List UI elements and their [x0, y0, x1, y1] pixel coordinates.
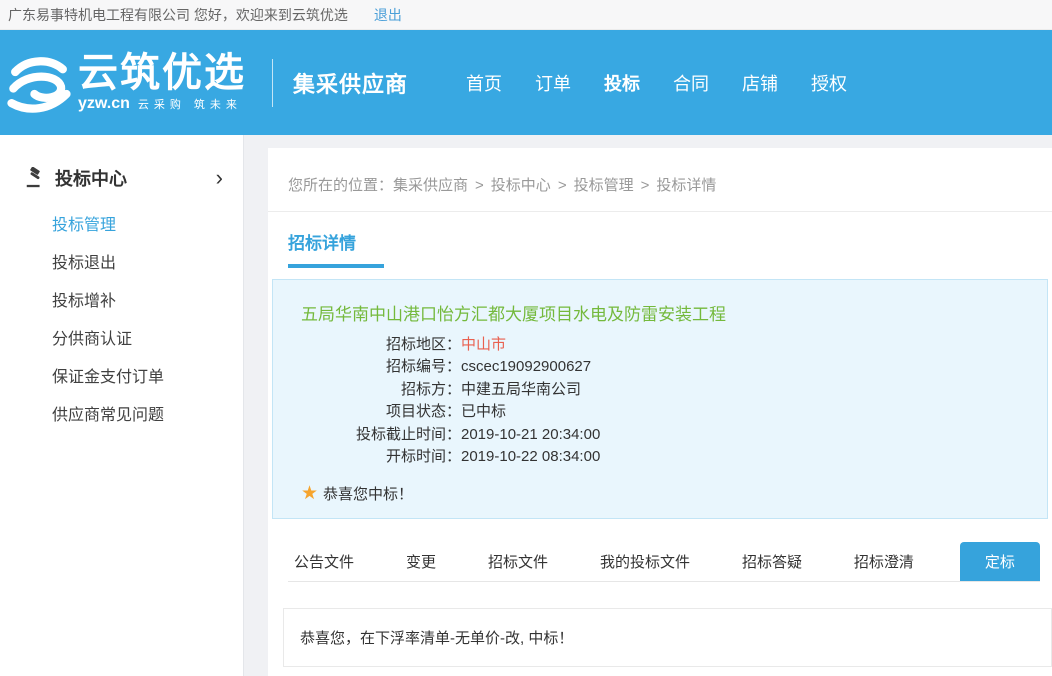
nav-item[interactable]: 订单 [535, 70, 571, 96]
top-nav: 首页 订单 投标 合同 店铺 授权 [466, 70, 847, 96]
nav-item[interactable]: 投标 [604, 70, 640, 96]
nav-item[interactable]: 合同 [673, 70, 709, 96]
field-value: 已中标 [461, 401, 506, 423]
document-tab[interactable]: 招标答疑 [736, 542, 808, 581]
field-value: 2019-10-21 20:34:00 [461, 424, 600, 446]
project-info-box: 五局华南中山港口怡方汇都大厦项目水电及防雷安装工程 招标地区： 中山市 招标编号… [272, 279, 1048, 519]
breadcrumb-link[interactable]: 投标详情 [656, 177, 716, 194]
breadcrumb-prefix: 您所在的位置： [288, 177, 393, 194]
logo-domain: yzw.cn [78, 95, 130, 113]
field-value: cscec19092900627 [461, 356, 591, 378]
sidebar-item[interactable]: 供应商常见问题 [52, 397, 243, 435]
breadcrumb-link[interactable]: 投标管理 [574, 177, 634, 194]
document-tab[interactable]: 定标 [960, 542, 1040, 581]
project-field-row: 招标地区： 中山市 [301, 334, 1019, 356]
field-label: 开标时间： [301, 446, 461, 468]
field-label: 项目状态： [301, 401, 461, 423]
field-value: 2019-10-22 08:34:00 [461, 446, 600, 468]
project-field-row: 项目状态： 已中标 [301, 401, 1019, 423]
field-label: 招标编号： [301, 356, 461, 378]
logout-link[interactable]: 退出 [374, 5, 402, 25]
tab-bid-detail[interactable]: 招标详情 [288, 229, 384, 268]
project-field-row: 招标方： 中建五局华南公司 [301, 379, 1019, 401]
main-header: 云筑优选 yzw.cn 云采购 筑未来 集采供应商 首页 订单 投标 合同 店铺… [0, 30, 1052, 135]
star-icon: ★ [301, 484, 318, 503]
sidebar-item[interactable]: 分供商认证 [52, 321, 243, 359]
divider [268, 211, 1052, 212]
field-value: 中建五局华南公司 [461, 379, 581, 401]
logo[interactable]: 云筑优选 yzw.cn 云采购 筑未来 [0, 52, 246, 113]
result-message-box: 恭喜您，在下浮率清单-无单价-改, 中标！ [283, 608, 1052, 667]
breadcrumb-separator: > [558, 177, 567, 194]
yzw-cloud-logo-icon [6, 53, 72, 113]
breadcrumb-separator: > [641, 177, 650, 194]
project-fields: 招标地区： 中山市 招标编号： cscec19092900627 招标方： 中建… [301, 334, 1019, 468]
field-label: 招标地区： [301, 334, 461, 356]
breadcrumb-separator: > [475, 177, 484, 194]
project-field-row: 投标截止时间： 2019-10-21 20:34:00 [301, 424, 1019, 446]
project-title[interactable]: 五局华南中山港口怡方汇都大厦项目水电及防雷安装工程 [301, 300, 1019, 325]
sidebar-item[interactable]: 投标增补 [52, 283, 243, 321]
breadcrumb-link[interactable]: 集采供应商 [393, 177, 468, 194]
document-tab[interactable]: 招标文件 [482, 542, 554, 581]
project-field-row: 招标编号： cscec19092900627 [301, 356, 1019, 378]
document-tab[interactable]: 公告文件 [288, 542, 360, 581]
congrats-row: ★ 恭喜您中标！ [301, 483, 1019, 504]
breadcrumb-link[interactable]: 投标中心 [491, 177, 551, 194]
sidebar-item[interactable]: 投标退出 [52, 245, 243, 283]
field-label: 招标方： [301, 379, 461, 401]
gavel-icon [24, 167, 46, 189]
sidebar-title: 投标中心 [55, 165, 127, 191]
sidebar: 投标中心 › 投标管理 投标退出 投标增补 分供商认证 保证金支付订单 供应商常… [0, 135, 244, 676]
header-divider [272, 59, 273, 107]
welcome-text: 广东易事特机电工程有限公司 您好，欢迎来到云筑优选 [8, 5, 348, 25]
congrats-text: 恭喜您中标！ [323, 483, 413, 504]
topbar: 广东易事特机电工程有限公司 您好，欢迎来到云筑优选 退出 [0, 0, 1052, 30]
project-field-row: 开标时间： 2019-10-22 08:34:00 [301, 446, 1019, 468]
logo-slogan: 云采购 筑未来 [138, 96, 242, 112]
sidebar-item[interactable]: 投标管理 [52, 207, 243, 245]
field-value: 中山市 [461, 334, 506, 356]
sidebar-menu: 投标管理 投标退出 投标增补 分供商认证 保证金支付订单 供应商常见问题 [0, 207, 243, 435]
breadcrumb: 您所在的位置：集采供应商 > 投标中心 > 投标管理 > 投标详情 [268, 148, 1052, 195]
nav-item[interactable]: 首页 [466, 70, 502, 96]
content-panel: 您所在的位置：集采供应商 > 投标中心 > 投标管理 > 投标详情 招标详情 五局华南中山港… [268, 148, 1052, 676]
chevron-right-icon[interactable]: › [216, 167, 223, 189]
sidebar-header-bid-center[interactable]: 投标中心 › [0, 135, 243, 197]
document-tabs: 公告文件 变更 招标文件 我的投标文件 招标答疑 招标澄清 定标 [288, 542, 1040, 582]
nav-item[interactable]: 授权 [811, 70, 847, 96]
document-tab[interactable]: 我的投标文件 [594, 542, 696, 581]
document-tab[interactable]: 变更 [400, 542, 442, 581]
field-label: 投标截止时间： [301, 424, 461, 446]
nav-item[interactable]: 店铺 [742, 70, 778, 96]
breadcrumb-items: 集采供应商 > 投标中心 > 投标管理 > 投标详情 [393, 177, 730, 194]
result-message: 恭喜您，在下浮率清单-无单价-改, 中标！ [300, 630, 573, 647]
sidebar-item[interactable]: 保证金支付订单 [52, 359, 243, 397]
portal-name: 集采供应商 [293, 67, 408, 99]
logo-title: 云筑优选 [78, 52, 246, 94]
document-tab[interactable]: 招标澄清 [848, 542, 920, 581]
